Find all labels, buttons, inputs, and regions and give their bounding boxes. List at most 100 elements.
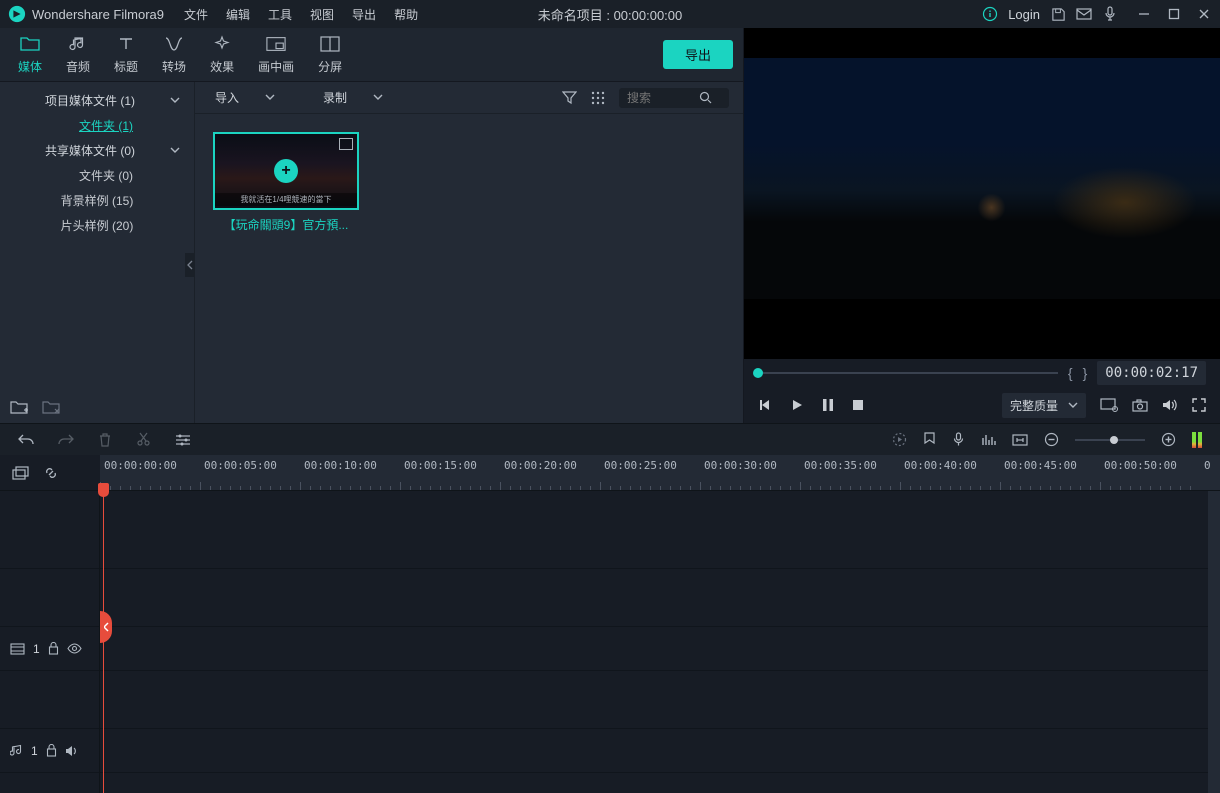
tab-effect[interactable]: 效果	[198, 28, 246, 81]
close-icon[interactable]	[1196, 6, 1212, 22]
tree-item-folder-0[interactable]: 文件夹 (0)	[0, 163, 194, 188]
menu-view[interactable]: 视图	[302, 3, 342, 26]
tree-item-folder-1[interactable]: 文件夹 (1)	[0, 113, 194, 138]
timeline-ruler[interactable]: 00:00:00:0000:00:05:0000:00:10:0000:00:1…	[100, 455, 1220, 490]
media-toolbar: 导入 录制	[195, 82, 743, 114]
timeline-scrollbar[interactable]	[1208, 491, 1220, 793]
tab-title[interactable]: 标题	[102, 28, 150, 81]
snapshot-icon[interactable]	[1132, 399, 1148, 412]
add-track-icon[interactable]	[12, 465, 29, 480]
timeline-ruler-row: 00:00:00:0000:00:05:0000:00:10:0000:00:1…	[0, 455, 1220, 491]
preview-viewport[interactable]	[744, 28, 1220, 359]
step-back-icon[interactable]	[758, 398, 772, 412]
voiceover-icon[interactable]	[952, 432, 965, 447]
info-icon[interactable]	[982, 6, 998, 22]
display-settings-icon[interactable]	[1100, 398, 1118, 412]
search-box[interactable]	[619, 88, 729, 108]
play-icon[interactable]	[790, 398, 804, 412]
chevron-down-icon[interactable]	[168, 144, 182, 158]
save-icon[interactable]	[1050, 6, 1066, 22]
audio-meter[interactable]	[1192, 432, 1202, 448]
add-to-timeline-icon[interactable]: +	[274, 159, 298, 183]
menu-tools[interactable]: 工具	[260, 3, 300, 26]
media-clip[interactable]: + 我就活在1/4哩競速的當下 【玩命關頭9】官方預...	[213, 132, 359, 233]
menu-edit[interactable]: 编辑	[218, 3, 258, 26]
link-icon[interactable]	[43, 465, 59, 481]
titlebar: Wondershare Filmora9 文件 编辑 工具 视图 导出 帮助 未…	[0, 0, 1220, 28]
app-logo-icon	[8, 5, 26, 23]
progress-handle[interactable]	[753, 368, 763, 378]
clip-thumbnail[interactable]: + 我就活在1/4哩競速的當下	[213, 132, 359, 210]
tree-item-intro-samples[interactable]: 片头样例 (20)	[0, 213, 194, 238]
delete-folder-icon[interactable]	[42, 399, 60, 415]
chevron-down-icon[interactable]	[168, 94, 182, 108]
volume-icon[interactable]	[1162, 398, 1178, 412]
audio-track-head[interactable]: 1	[0, 729, 99, 773]
tree-collapse-handle[interactable]	[185, 253, 195, 277]
import-dropdown[interactable]: 导入	[209, 86, 281, 109]
render-icon[interactable]	[892, 432, 907, 447]
lock-icon[interactable]	[46, 744, 57, 757]
delete-icon[interactable]	[98, 432, 112, 447]
tab-split[interactable]: 分屏	[306, 28, 354, 81]
chevron-down-icon	[1068, 402, 1078, 409]
tab-audio[interactable]: 音频	[54, 28, 102, 81]
speaker-icon[interactable]	[65, 745, 79, 757]
timeline-lanes[interactable]	[100, 491, 1220, 793]
tab-label: 分屏	[318, 58, 342, 75]
marker-icon[interactable]	[923, 432, 936, 447]
ruler-mark: 00:00:20:00	[504, 459, 577, 472]
menu-help[interactable]: 帮助	[386, 3, 426, 26]
mail-icon[interactable]	[1076, 6, 1092, 22]
tree-item-shared-media[interactable]: 共享媒体文件 (0)	[0, 138, 194, 163]
mark-out-icon[interactable]: }	[1083, 365, 1088, 381]
preview-frame	[744, 58, 1220, 299]
filter-icon[interactable]	[562, 90, 577, 105]
clip-label: 【玩命關頭9】官方預...	[224, 216, 349, 233]
tab-label: 标题	[114, 58, 138, 75]
tab-transition[interactable]: 转场	[150, 28, 198, 81]
lock-icon[interactable]	[48, 642, 59, 655]
tab-label: 音频	[66, 58, 90, 75]
zoom-slider[interactable]	[1075, 439, 1145, 441]
maximize-icon[interactable]	[1166, 6, 1182, 22]
stop-icon[interactable]	[852, 399, 864, 411]
zoom-in-icon[interactable]	[1161, 432, 1176, 447]
tree-item-project-media[interactable]: 项目媒体文件 (1)	[0, 88, 194, 113]
video-track-lane[interactable]	[100, 627, 1220, 671]
record-dropdown[interactable]: 录制	[317, 86, 389, 109]
transition-icon	[164, 34, 184, 54]
zoom-out-icon[interactable]	[1044, 432, 1059, 447]
tree-item-bg-samples[interactable]: 背景样例 (15)	[0, 188, 194, 213]
timecode-display[interactable]: 00:00:02:17	[1097, 361, 1206, 385]
menu-export[interactable]: 导出	[344, 3, 384, 26]
ruler-mark: 00:00:00:00	[104, 459, 177, 472]
new-folder-icon[interactable]	[10, 399, 28, 415]
undo-icon[interactable]	[18, 433, 34, 447]
login-button[interactable]: Login	[1008, 7, 1040, 22]
quality-dropdown[interactable]: 完整质量	[1002, 393, 1086, 418]
menu-file[interactable]: 文件	[176, 3, 216, 26]
search-input[interactable]	[627, 91, 699, 105]
eye-icon[interactable]	[67, 643, 82, 654]
mixer-icon[interactable]	[981, 433, 996, 447]
progress-track[interactable]	[758, 372, 1058, 374]
video-track-head[interactable]: 1	[0, 627, 99, 671]
zoom-fit-icon[interactable]	[1012, 434, 1028, 446]
fullscreen-icon[interactable]	[1192, 398, 1206, 412]
audio-track-lane[interactable]	[100, 729, 1220, 773]
panel-tabs: 媒体 音频 标题 转场 效果 画中画 分屏 导出	[0, 28, 743, 82]
tab-pip[interactable]: 画中画	[246, 28, 306, 81]
export-button[interactable]: 导出	[663, 40, 733, 69]
zoom-handle[interactable]	[1110, 436, 1118, 444]
cut-icon[interactable]	[136, 432, 151, 447]
mark-in-icon[interactable]: {	[1068, 365, 1073, 381]
minimize-icon[interactable]	[1136, 6, 1152, 22]
settings-icon[interactable]	[175, 433, 191, 447]
redo-icon[interactable]	[58, 433, 74, 447]
mic-icon[interactable]	[1102, 6, 1118, 22]
grid-view-icon[interactable]	[591, 91, 605, 105]
search-icon[interactable]	[699, 91, 712, 104]
tab-media[interactable]: 媒体	[6, 28, 54, 81]
pause-icon[interactable]	[822, 398, 834, 412]
